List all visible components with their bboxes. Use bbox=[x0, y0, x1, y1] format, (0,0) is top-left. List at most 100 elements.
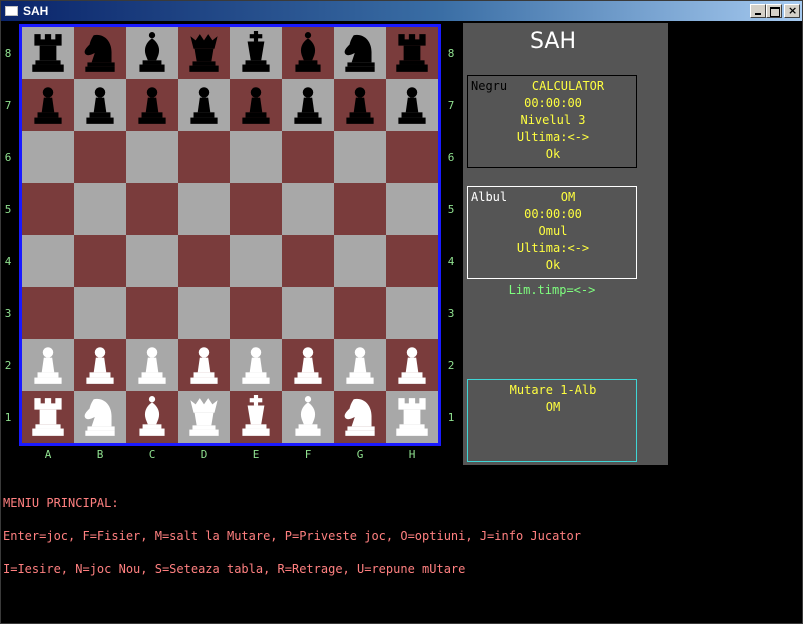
black-pawn-icon[interactable] bbox=[131, 83, 173, 127]
square-h3[interactable] bbox=[386, 287, 438, 339]
square-f7[interactable] bbox=[282, 79, 334, 131]
black-knight-icon[interactable] bbox=[79, 31, 121, 75]
square-c7[interactable] bbox=[126, 79, 178, 131]
square-d8[interactable] bbox=[178, 27, 230, 79]
minimize-button[interactable] bbox=[750, 4, 766, 18]
square-g2[interactable] bbox=[334, 339, 386, 391]
square-c8[interactable] bbox=[126, 27, 178, 79]
chess-board[interactable] bbox=[19, 24, 441, 446]
square-c4[interactable] bbox=[126, 235, 178, 287]
square-g4[interactable] bbox=[334, 235, 386, 287]
square-a6[interactable] bbox=[22, 131, 74, 183]
square-b3[interactable] bbox=[74, 287, 126, 339]
square-a1[interactable] bbox=[22, 391, 74, 443]
white-bishop-icon[interactable] bbox=[131, 395, 173, 439]
white-pawn-icon[interactable] bbox=[391, 343, 433, 387]
square-h8[interactable] bbox=[386, 27, 438, 79]
black-queen-icon[interactable] bbox=[183, 31, 225, 75]
square-a2[interactable] bbox=[22, 339, 74, 391]
square-b8[interactable] bbox=[74, 27, 126, 79]
square-h1[interactable] bbox=[386, 391, 438, 443]
square-d7[interactable] bbox=[178, 79, 230, 131]
square-c5[interactable] bbox=[126, 183, 178, 235]
square-h2[interactable] bbox=[386, 339, 438, 391]
square-g1[interactable] bbox=[334, 391, 386, 443]
square-e1[interactable] bbox=[230, 391, 282, 443]
square-g7[interactable] bbox=[334, 79, 386, 131]
square-c1[interactable] bbox=[126, 391, 178, 443]
square-h7[interactable] bbox=[386, 79, 438, 131]
black-knight-icon[interactable] bbox=[339, 31, 381, 75]
square-d3[interactable] bbox=[178, 287, 230, 339]
black-bishop-icon[interactable] bbox=[131, 31, 173, 75]
square-d5[interactable] bbox=[178, 183, 230, 235]
black-pawn-icon[interactable] bbox=[235, 83, 277, 127]
square-a8[interactable] bbox=[22, 27, 74, 79]
white-knight-icon[interactable] bbox=[339, 395, 381, 439]
square-f8[interactable] bbox=[282, 27, 334, 79]
black-bishop-icon[interactable] bbox=[287, 31, 329, 75]
title-bar[interactable]: SAH × bbox=[1, 1, 802, 21]
white-pawn-icon[interactable] bbox=[79, 343, 121, 387]
white-knight-icon[interactable] bbox=[79, 395, 121, 439]
square-e4[interactable] bbox=[230, 235, 282, 287]
square-e5[interactable] bbox=[230, 183, 282, 235]
white-pawn-icon[interactable] bbox=[235, 343, 277, 387]
black-king-icon[interactable] bbox=[235, 31, 277, 75]
black-rook-icon[interactable] bbox=[391, 31, 433, 75]
square-g5[interactable] bbox=[334, 183, 386, 235]
square-b1[interactable] bbox=[74, 391, 126, 443]
square-c6[interactable] bbox=[126, 131, 178, 183]
white-pawn-icon[interactable] bbox=[183, 343, 225, 387]
square-c2[interactable] bbox=[126, 339, 178, 391]
maximize-button[interactable] bbox=[766, 4, 782, 18]
square-h4[interactable] bbox=[386, 235, 438, 287]
square-e7[interactable] bbox=[230, 79, 282, 131]
square-g8[interactable] bbox=[334, 27, 386, 79]
square-e8[interactable] bbox=[230, 27, 282, 79]
white-pawn-icon[interactable] bbox=[131, 343, 173, 387]
square-h5[interactable] bbox=[386, 183, 438, 235]
square-a4[interactable] bbox=[22, 235, 74, 287]
white-bishop-icon[interactable] bbox=[287, 395, 329, 439]
square-d4[interactable] bbox=[178, 235, 230, 287]
square-f4[interactable] bbox=[282, 235, 334, 287]
square-b4[interactable] bbox=[74, 235, 126, 287]
black-rook-icon[interactable] bbox=[27, 31, 69, 75]
white-pawn-icon[interactable] bbox=[339, 343, 381, 387]
square-b7[interactable] bbox=[74, 79, 126, 131]
square-f2[interactable] bbox=[282, 339, 334, 391]
white-rook-icon[interactable] bbox=[27, 395, 69, 439]
square-g6[interactable] bbox=[334, 131, 386, 183]
black-pawn-icon[interactable] bbox=[27, 83, 69, 127]
white-king-icon[interactable] bbox=[235, 395, 277, 439]
white-pawn-icon[interactable] bbox=[287, 343, 329, 387]
close-button[interactable]: × bbox=[784, 4, 800, 18]
black-pawn-icon[interactable] bbox=[391, 83, 433, 127]
white-rook-icon[interactable] bbox=[391, 395, 433, 439]
square-f3[interactable] bbox=[282, 287, 334, 339]
square-d2[interactable] bbox=[178, 339, 230, 391]
black-pawn-icon[interactable] bbox=[287, 83, 329, 127]
square-f5[interactable] bbox=[282, 183, 334, 235]
square-b5[interactable] bbox=[74, 183, 126, 235]
white-queen-icon[interactable] bbox=[183, 395, 225, 439]
square-f6[interactable] bbox=[282, 131, 334, 183]
square-f1[interactable] bbox=[282, 391, 334, 443]
square-e2[interactable] bbox=[230, 339, 282, 391]
black-pawn-icon[interactable] bbox=[183, 83, 225, 127]
white-pawn-icon[interactable] bbox=[27, 343, 69, 387]
square-a3[interactable] bbox=[22, 287, 74, 339]
square-d6[interactable] bbox=[178, 131, 230, 183]
black-pawn-icon[interactable] bbox=[339, 83, 381, 127]
square-g3[interactable] bbox=[334, 287, 386, 339]
square-d1[interactable] bbox=[178, 391, 230, 443]
square-e3[interactable] bbox=[230, 287, 282, 339]
square-a7[interactable] bbox=[22, 79, 74, 131]
square-b2[interactable] bbox=[74, 339, 126, 391]
square-e6[interactable] bbox=[230, 131, 282, 183]
square-b6[interactable] bbox=[74, 131, 126, 183]
square-c3[interactable] bbox=[126, 287, 178, 339]
square-h6[interactable] bbox=[386, 131, 438, 183]
black-pawn-icon[interactable] bbox=[79, 83, 121, 127]
